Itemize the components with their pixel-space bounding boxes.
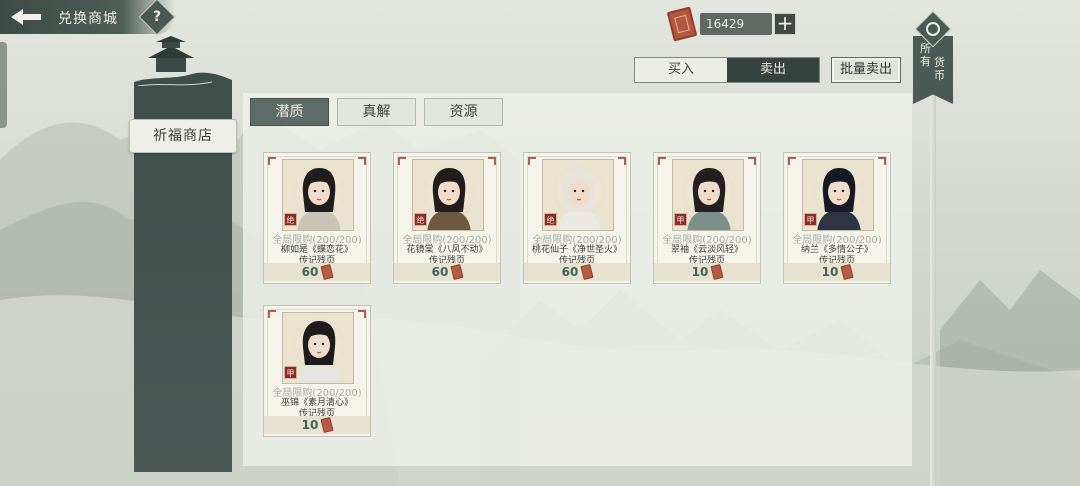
ticket-icon [320, 263, 334, 281]
trade-toggle: 买入 卖出 [634, 57, 820, 83]
card-corner [488, 157, 496, 165]
item-price: 10 [821, 265, 839, 279]
tab-buy[interactable]: 买入 [635, 58, 727, 82]
rarity-badge: 绝 [544, 213, 557, 226]
item-price: 60 [561, 265, 579, 279]
back-button[interactable] [6, 4, 46, 30]
rarity-badge: 绝 [414, 213, 427, 226]
item-card[interactable]: 甲 全局限购(200/200) 纳兰《多情公子》 传记残页 10 [783, 152, 891, 284]
tab-potential[interactable]: 潜质 [250, 98, 329, 126]
price-row: 60 [394, 263, 500, 281]
tab-resources[interactable]: 资源 [424, 98, 503, 126]
card-corner [268, 157, 276, 165]
ticket-icon [320, 416, 334, 434]
question-icon: ? [152, 9, 162, 25]
card-corner [618, 157, 626, 165]
rarity-badge: 甲 [804, 213, 817, 226]
tab-true-solution[interactable]: 真解 [337, 98, 416, 126]
item-price: 60 [301, 265, 319, 279]
ticket-icon [450, 263, 464, 281]
rarity-badge: 甲 [674, 213, 687, 226]
rarity-badge: 甲 [284, 366, 297, 379]
item-card[interactable]: 绝 全局限购(200/200) 桃花仙子《净世圣火》 传记残页 60 [523, 152, 631, 284]
scroll-rod [930, 40, 936, 486]
ticket-icon [666, 6, 698, 42]
bulk-sell-button[interactable]: 批量卖出 [831, 57, 901, 83]
item-card[interactable]: 甲 全局限购(200/200) 翠袖《云淡风轻》 传记残页 10 [653, 152, 761, 284]
price-row: 60 [524, 263, 630, 281]
card-corner [748, 157, 756, 165]
page-title: 兑换商城 [58, 11, 118, 27]
tab-sell[interactable]: 卖出 [727, 58, 819, 82]
all-currency-label-2: 货币 [934, 56, 945, 82]
price-row: 60 [264, 263, 370, 281]
coin-hole-icon [926, 22, 940, 36]
card-corner [528, 157, 536, 165]
card-corner [358, 157, 366, 165]
rarity-badge: 绝 [284, 213, 297, 226]
card-corner [878, 157, 886, 165]
price-row: 10 [784, 263, 890, 281]
item-card[interactable]: 甲 全局限购(200/200) 巫锦《素月清心》 传记残页 10 [263, 305, 371, 437]
card-corner [658, 157, 666, 165]
item-card[interactable]: 绝 全局限购(200/200) 花镜棠《八风不动》 传记残页 60 [393, 152, 501, 284]
all-currency-label-1: 所有 [920, 42, 931, 68]
item-price: 60 [431, 265, 449, 279]
card-corner [398, 157, 406, 165]
price-row: 10 [264, 416, 370, 434]
ticket-icon [840, 263, 854, 281]
card-corner [358, 310, 366, 318]
card-corner [268, 310, 276, 318]
store-tab-qifu[interactable]: 祈福商店 [129, 119, 237, 153]
price-row: 10 [654, 263, 760, 281]
item-price: 10 [691, 265, 709, 279]
side-drawer-handle[interactable] [0, 42, 7, 128]
item-price: 10 [301, 418, 319, 432]
category-tabs: 潜质 真解 资源 [250, 98, 503, 126]
all-currency-button[interactable]: 所有 货币 [913, 10, 953, 104]
ticket-icon [580, 263, 594, 281]
ticket-icon [710, 263, 724, 281]
currency-display: 16429 + [666, 6, 796, 42]
item-card[interactable]: 绝 全局限购(200/200) 柳如是《蝶恋花》 传记残页 60 [263, 152, 371, 284]
card-corner [788, 157, 796, 165]
title-bar: 兑换商城 ? [0, 0, 176, 36]
back-arrow-icon [11, 9, 41, 25]
add-currency-button[interactable]: + [774, 13, 796, 35]
currency-amount: 16429 [700, 13, 772, 35]
